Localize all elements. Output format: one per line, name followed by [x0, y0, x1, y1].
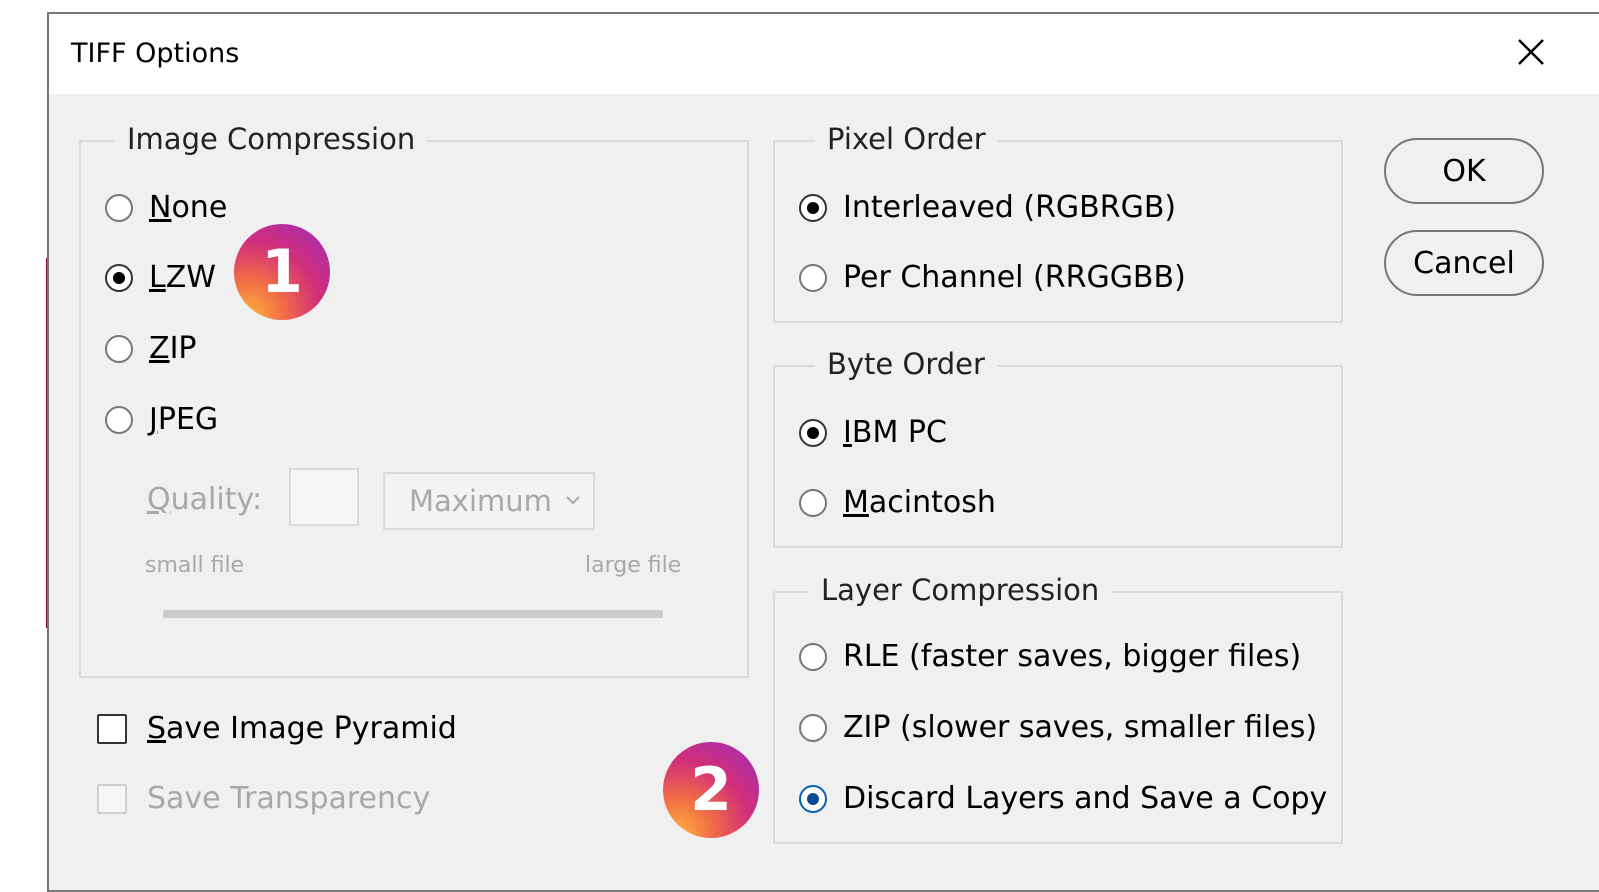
compression-lzw-label: LZW [149, 260, 216, 295]
annotation-badge-2: 2 [663, 742, 759, 838]
byte-order-macintosh-label: Macintosh [843, 485, 996, 520]
byte-order-macintosh-radio[interactable]: Macintosh [799, 485, 996, 520]
checkbox-indicator [97, 783, 127, 814]
save-image-pyramid-checkbox[interactable]: Save Image Pyramid [97, 711, 457, 746]
quality-input[interactable] [289, 468, 359, 526]
radio-indicator [799, 193, 827, 222]
image-compression-group: Image Compression None LZW ZIP JPEG Qual… [79, 122, 749, 678]
radio-indicator [799, 488, 827, 517]
quality-preset-select[interactable]: Maximum [383, 472, 595, 530]
quality-max-label: large file [585, 553, 682, 578]
compression-lzw-radio[interactable]: LZW [105, 260, 216, 295]
layer-compression-zip-radio[interactable]: ZIP (slower saves, smaller files) [799, 710, 1317, 745]
compression-none-radio[interactable]: None [105, 190, 227, 225]
radio-indicator [799, 418, 827, 447]
compression-zip-label: ZIP [149, 331, 197, 366]
radio-indicator [105, 334, 133, 363]
layer-compression-group: Layer Compression RLE (faster saves, big… [773, 573, 1343, 844]
byte-order-group: Byte Order IBM PC Macintosh [773, 347, 1343, 548]
layer-compression-rle-radio[interactable]: RLE (faster saves, bigger files) [799, 639, 1301, 674]
compression-jpeg-radio[interactable]: JPEG [105, 402, 218, 437]
save-transparency-label: Save Transparency [147, 781, 431, 816]
layer-compression-zip-label: ZIP (slower saves, smaller files) [843, 710, 1318, 745]
quality-min-label: small file [145, 553, 245, 578]
pixel-order-group: Pixel Order Interleaved (RGBRGB) Per Cha… [773, 122, 1343, 323]
quality-preset-value: Maximum [409, 484, 552, 518]
byte-order-ibm-pc-label: IBM PC [843, 415, 947, 450]
pixel-order-interleaved-label: Interleaved (RGBRGB) [843, 190, 1177, 225]
layer-compression-discard-label: Discard Layers and Save a Copy [843, 781, 1328, 816]
radio-indicator [799, 263, 827, 292]
compression-jpeg-label: JPEG [149, 402, 219, 437]
radio-indicator [799, 713, 827, 742]
radio-indicator [105, 405, 133, 434]
compression-none-label: None [149, 190, 228, 225]
dialog-title: TIFF Options [71, 38, 240, 69]
tiff-options-dialog: TIFF Options Image Compression None LZW … [47, 12, 1599, 892]
compression-zip-radio[interactable]: ZIP [105, 331, 197, 366]
radio-indicator [799, 642, 827, 671]
layer-compression-rle-label: RLE (faster saves, bigger files) [843, 639, 1302, 674]
ok-button[interactable]: OK [1384, 138, 1544, 204]
pixel-order-legend: Pixel Order [815, 122, 998, 156]
layer-compression-discard-radio[interactable]: Discard Layers and Save a Copy [799, 781, 1327, 816]
chevron-down-icon [566, 496, 580, 505]
radio-indicator [105, 193, 133, 222]
save-transparency-checkbox[interactable]: Save Transparency [97, 781, 430, 816]
pixel-order-interleaved-radio[interactable]: Interleaved (RGBRGB) [799, 190, 1176, 225]
checkbox-indicator [97, 713, 127, 744]
annotation-badge-1: 1 [234, 224, 330, 320]
radio-indicator [799, 784, 827, 813]
close-icon[interactable] [1511, 32, 1551, 72]
image-compression-legend: Image Compression [115, 122, 428, 156]
dialog-titlebar: TIFF Options [49, 14, 1599, 94]
pixel-order-per-channel-radio[interactable]: Per Channel (RRGGBB) [799, 260, 1186, 295]
pixel-order-per-channel-label: Per Channel (RRGGBB) [843, 260, 1186, 295]
save-image-pyramid-label: Save Image Pyramid [147, 711, 457, 746]
layer-compression-legend: Layer Compression [809, 573, 1112, 607]
quality-label: Quality: [147, 482, 263, 517]
byte-order-ibm-pc-radio[interactable]: IBM PC [799, 415, 947, 450]
radio-indicator [105, 263, 133, 292]
cancel-button[interactable]: Cancel [1384, 230, 1544, 296]
byte-order-legend: Byte Order [815, 347, 997, 381]
quality-slider[interactable] [163, 610, 663, 618]
